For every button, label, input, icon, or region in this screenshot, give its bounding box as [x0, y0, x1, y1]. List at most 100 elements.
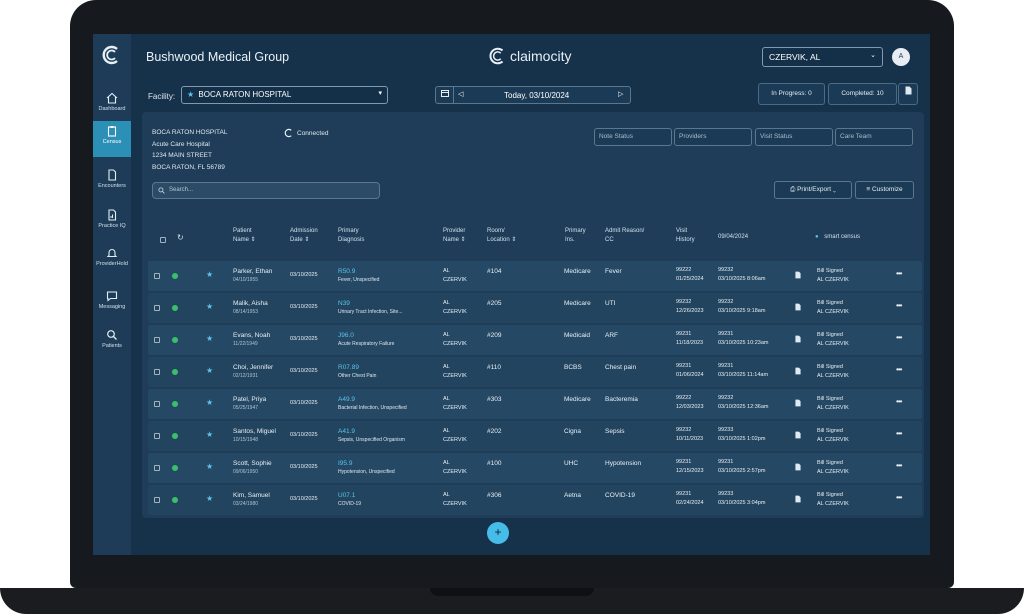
primary-diagnosis[interactable]: J96.0 Acute Respiratory Failure [338, 331, 394, 349]
sidebar-item-dashboard[interactable]: Dashboard [93, 88, 131, 124]
visit-history[interactable]: 99231 01/06/2024 [676, 362, 704, 380]
col-provider-name[interactable]: Provider Name ⇕ [443, 227, 466, 245]
primary-diagnosis[interactable]: N39 Urinary Tract Infection, Site... [338, 299, 402, 317]
primary-diagnosis[interactable]: R07.89 Other Chest Pain [338, 363, 376, 381]
user-select[interactable]: CZERVIK, AL ⌄ [762, 47, 883, 67]
col-admit-reason[interactable]: Admit Reason/CC [605, 227, 644, 245]
in-progress-count[interactable]: In Progress: 0 [758, 83, 825, 105]
visit-status-filter[interactable]: Visit Status [755, 128, 833, 146]
calendar-button[interactable] [436, 87, 454, 103]
visit-history[interactable]: 99231 11/18/2023 [676, 330, 703, 348]
visit-history[interactable]: 99222 12/03/2023 [676, 394, 704, 412]
visit-entry[interactable]: 99231 03/10/2025 11:14am [718, 362, 768, 380]
star-icon[interactable]: ★ [206, 462, 213, 471]
row-more-icon[interactable]: ••• [896, 429, 902, 438]
table-row[interactable]: ★ Malik, Aisha 08/14/1953 03/10/2025 N39 U… [148, 293, 922, 323]
table-row[interactable]: ★ Choi, Jennifer 02/12/1931 03/10/2025 R0… [148, 357, 922, 387]
visit-entry[interactable]: 99231 03/10/2025 2:57pm [718, 458, 765, 476]
visit-entry[interactable]: 99232 03/10/2025 8:06am [718, 266, 765, 284]
row-more-icon[interactable]: ••• [896, 397, 902, 406]
visit-entry[interactable]: 99232 03/10/2025 9:18am [718, 298, 765, 316]
row-checkbox[interactable] [154, 369, 160, 375]
visit-entry[interactable]: 99233 03/10/2025 3:04pm [718, 490, 765, 508]
avatar[interactable]: A [892, 48, 910, 66]
row-checkbox[interactable] [154, 433, 160, 439]
providers-filter[interactable]: Providers [674, 128, 752, 146]
visit-history[interactable]: 99222 01/25/2024 [676, 266, 704, 284]
primary-diagnosis[interactable]: R50.9 Fever, Unspecified [338, 267, 379, 285]
patient-name[interactable]: Scott, Sophie 09/06/1950 [233, 459, 272, 477]
prev-day-icon[interactable]: ◁ [458, 90, 463, 98]
table-row[interactable]: ★ Parker, Ethan 04/10/1955 03/10/2025 R50… [148, 261, 922, 291]
visit-entry[interactable]: 99233 03/10/2025 1:02pm [718, 426, 765, 444]
star-icon[interactable]: ★ [206, 302, 213, 311]
note-file-icon[interactable] [795, 431, 801, 442]
star-icon[interactable]: ★ [206, 398, 213, 407]
primary-diagnosis[interactable]: A49.9 Bacterial Infection, Unspecified [338, 395, 407, 413]
sidebar-item-messaging[interactable]: Messaging [93, 286, 131, 322]
row-more-icon[interactable]: ••• [896, 301, 902, 310]
refresh-icon[interactable]: ↻ [177, 233, 184, 242]
col-admission-date[interactable]: Admission Date ⇕ [290, 227, 318, 245]
primary-diagnosis[interactable]: A41.9 Sepsis, Unspecified Organism [338, 427, 405, 445]
col-room-location[interactable]: Room/Location ⇕ [487, 227, 516, 245]
sidebar-item-providerhold[interactable]: ProviderHold [93, 243, 131, 279]
star-icon[interactable]: ★ [206, 270, 213, 279]
sidebar-item-practice-iq[interactable]: Practice IQ [93, 205, 131, 241]
note-file-icon[interactable] [795, 399, 801, 410]
row-more-icon[interactable]: ••• [896, 493, 902, 502]
note-file-icon[interactable] [795, 367, 801, 378]
select-all-checkbox[interactable] [160, 237, 166, 243]
row-checkbox[interactable] [154, 305, 160, 311]
sidebar-item-patients[interactable]: Patients [93, 325, 131, 361]
row-more-icon[interactable]: ••• [896, 269, 902, 278]
note-file-icon[interactable] [795, 335, 801, 346]
row-checkbox[interactable] [154, 273, 160, 279]
note-file-icon[interactable] [795, 463, 801, 474]
col-primary-diagnosis[interactable]: Primary Diagnosis [338, 227, 364, 245]
patient-name[interactable]: Choi, Jennifer 02/12/1931 [233, 363, 273, 381]
visit-history[interactable]: 99231 02/24/2024 [676, 490, 704, 508]
patient-name[interactable]: Patel, Priya 05/25/1947 [233, 395, 266, 413]
note-file-icon[interactable] [795, 495, 801, 506]
col-primary-ins[interactable]: Primary Ins. [565, 227, 586, 245]
row-more-icon[interactable]: ••• [896, 461, 902, 470]
visit-entry[interactable]: 99232 03/10/2025 12:36am [718, 394, 768, 412]
visit-history[interactable]: 99231 12/15/2023 [676, 458, 704, 476]
print-export-button[interactable]: ⎙ Print/Export ⌄ [774, 181, 852, 199]
primary-diagnosis[interactable]: I95.9 Hypotension, Unspecified [338, 459, 395, 477]
table-row[interactable]: ★ Evans, Noah 11/22/1949 03/10/2025 J96.0… [148, 325, 922, 355]
patient-name[interactable]: Kim, Samuel 03/24/1980 [233, 491, 270, 509]
patient-name[interactable]: Evans, Noah 11/22/1949 [233, 331, 270, 349]
add-patient-button[interactable]: + [487, 522, 509, 544]
note-status-filter[interactable]: Note Status [594, 128, 672, 146]
row-checkbox[interactable] [154, 465, 160, 471]
care-team-filter[interactable]: Care Team [835, 128, 913, 146]
note-file-icon[interactable] [795, 303, 801, 314]
next-day-icon[interactable]: ▷ [618, 90, 623, 98]
table-row[interactable]: ★ Santos, Miguel 10/15/1948 03/10/2025 A4… [148, 421, 922, 451]
row-more-icon[interactable]: ••• [896, 365, 902, 374]
row-checkbox[interactable] [154, 337, 160, 343]
col-patient-name[interactable]: Patient Name ⇕ [233, 227, 256, 245]
export-file-button[interactable] [898, 83, 918, 105]
search-input[interactable]: Search... [152, 182, 380, 199]
sidebar-item-encounters[interactable]: Encounters [93, 165, 131, 201]
table-row[interactable]: ★ Scott, Sophie 09/06/1950 03/10/2025 I95… [148, 453, 922, 483]
sidebar-item-census[interactable]: Census [93, 121, 131, 157]
visit-history[interactable]: 99232 12/26/2023 [676, 298, 704, 316]
smart-census-toggle[interactable]: ● smart census [815, 233, 860, 242]
table-row[interactable]: ★ Kim, Samuel 03/24/1980 03/10/2025 U07.1… [148, 485, 922, 515]
patient-name[interactable]: Malik, Aisha 08/14/1953 [233, 299, 268, 317]
primary-diagnosis[interactable]: U07.1 COVID-19 [338, 491, 361, 509]
facility-select[interactable]: ★ BOCA RATON HOSPITAL ▾ [181, 86, 388, 104]
completed-count[interactable]: Completed: 10 [828, 83, 897, 105]
row-checkbox[interactable] [154, 497, 160, 503]
patient-name[interactable]: Parker, Ethan 04/10/1955 [233, 267, 272, 285]
star-icon[interactable]: ★ [206, 430, 213, 439]
customize-button[interactable]: ≡ Customize [855, 181, 914, 199]
col-date[interactable]: 09/04/2024 [718, 233, 748, 242]
visit-entry[interactable]: 99231 03/10/2025 10:23am [718, 330, 768, 348]
star-icon[interactable]: ★ [206, 366, 213, 375]
star-icon[interactable]: ★ [206, 334, 213, 343]
